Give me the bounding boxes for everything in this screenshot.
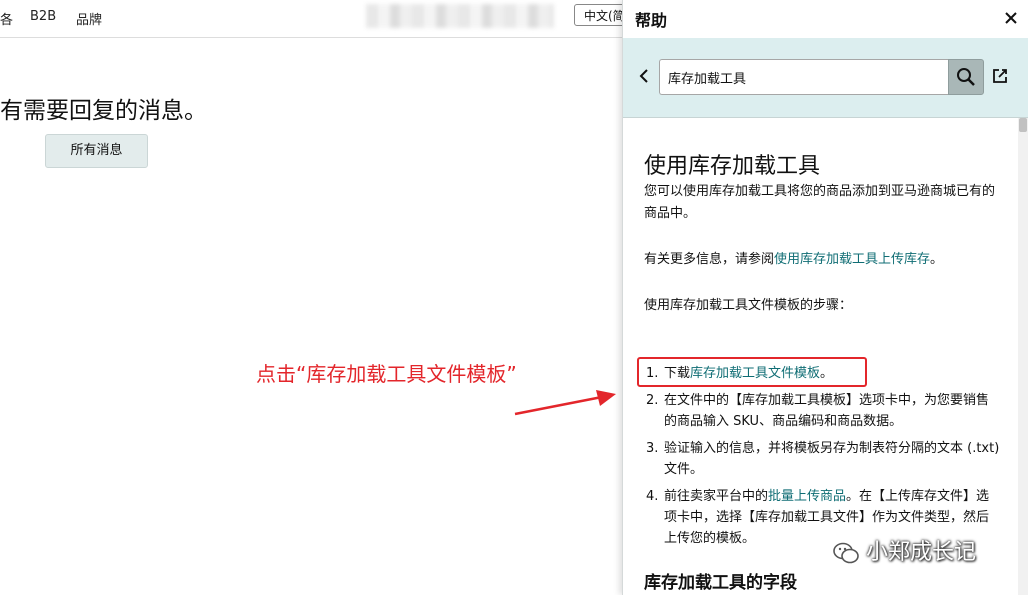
- article-title: 使用库存加载工具: [644, 154, 821, 179]
- step-item: 3. 验证输入的信息，并将模板另存为制表符分隔的文本 (.txt) 文件。: [644, 438, 1000, 480]
- step-number: 4.: [646, 489, 659, 504]
- watermark: 小郑成长记: [832, 534, 976, 566]
- step-item: 2. 在文件中的【库存加载工具模板】选项卡中，为您要销售的商品输入 SKU、商品编…: [644, 390, 1000, 432]
- messages-heading: 有需要回复的消息。: [0, 98, 207, 124]
- blurred-region: [366, 4, 554, 28]
- steps-intro: 使用库存加载工具文件模板的步骤：: [644, 298, 853, 313]
- nav-item-b2b[interactable]: B2B: [30, 9, 56, 24]
- annotation-text: 点击“库存加载工具文件模板”: [256, 362, 517, 386]
- top-navigation: 各 B2B 品牌 中文(简: [0, 0, 634, 38]
- steps-list: 1. 下载库存加载工具文件模板。 2. 在文件中的【库存加载工具模板】选项卡中，为您…: [637, 357, 1000, 555]
- search-button[interactable]: [948, 59, 984, 95]
- wechat-icon: [833, 542, 859, 564]
- external-link-icon[interactable]: [991, 67, 1009, 85]
- help-panel: 帮助 使用库存加载工具 您可以使用库存加载工具将您的商品添加到亚马逊商城已有的商…: [622, 0, 1028, 595]
- chevron-left-icon[interactable]: [637, 67, 651, 85]
- more-info-prefix: 有关更多信息，请参阅: [644, 252, 775, 267]
- step-prefix: 前往卖家平台中的: [664, 489, 769, 504]
- close-icon[interactable]: [1003, 10, 1019, 26]
- step-item: 1. 下载库存加载工具文件模板。: [637, 357, 1000, 387]
- more-info-paragraph: 有关更多信息，请参阅使用库存加载工具上传库存。: [644, 249, 1000, 271]
- step-number: 2.: [646, 393, 659, 408]
- step-text: 在文件中的【库存加载工具模板】选项卡中，为您要销售的商品输入 SKU、商品编码和…: [664, 393, 990, 429]
- bulk-upload-link[interactable]: 批量上传商品: [768, 489, 846, 504]
- more-info-suffix: 。: [930, 252, 944, 267]
- step-number: 3.: [646, 441, 659, 456]
- nav-item-brand[interactable]: 品牌: [76, 9, 102, 28]
- scrollbar-thumb[interactable]: [1019, 118, 1027, 132]
- help-header: 帮助: [623, 0, 1028, 39]
- step-number: 1.: [646, 366, 659, 381]
- search-icon: [957, 68, 975, 86]
- all-messages-button[interactable]: 所有消息: [45, 134, 148, 168]
- upload-inventory-link[interactable]: 使用库存加载工具上传库存: [774, 252, 930, 267]
- annotation-highlight-box: [637, 357, 867, 387]
- scrollbar-track[interactable]: [1018, 118, 1028, 595]
- section-heading: 库存加载工具的字段: [644, 573, 797, 593]
- nav-item-partial[interactable]: 各: [0, 9, 13, 28]
- step-text: 验证输入的信息，并将模板另存为制表符分隔的文本 (.txt) 文件。: [664, 441, 1000, 477]
- article-intro: 您可以使用库存加载工具将您的商品添加到亚马逊商城已有的商品中。: [644, 184, 996, 221]
- help-content: 使用库存加载工具 您可以使用库存加载工具将您的商品添加到亚马逊商城已有的商品中。…: [623, 118, 1028, 595]
- watermark-text: 小郑成长记: [866, 540, 977, 565]
- annotation-arrow-icon: [514, 390, 616, 416]
- help-search-input[interactable]: [659, 59, 949, 95]
- help-search-bar: [623, 38, 1028, 118]
- help-title: 帮助: [635, 11, 668, 30]
